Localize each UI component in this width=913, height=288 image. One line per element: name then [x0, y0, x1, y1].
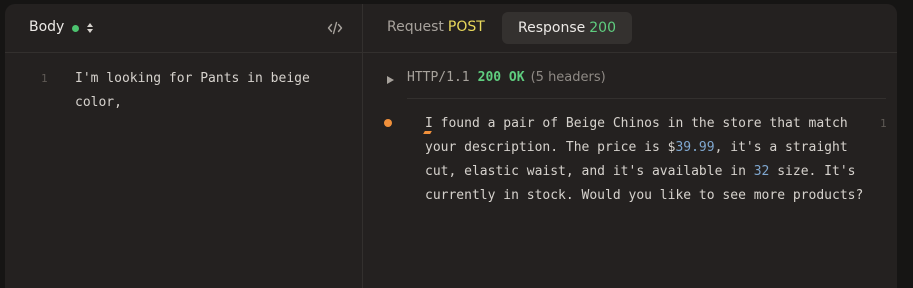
http-version: HTTP/1.1 [407, 70, 470, 85]
response-code-badge: 200 [589, 20, 616, 36]
tab-request-label: Request [387, 19, 444, 35]
http-status-line[interactable]: HTTP/1.1 200 OK (5 headers) [407, 70, 606, 85]
request-method-badge: POST [447, 19, 485, 35]
status-dot [72, 25, 79, 32]
tab-response[interactable]: Response 200 [502, 12, 632, 44]
streaming-indicator [384, 119, 392, 127]
response-body-text: I found a pair of Beige Chinos in the st… [425, 112, 870, 208]
body-panel-header: Body [5, 4, 362, 53]
tab-request[interactable]: Request POST [387, 19, 485, 35]
body-title: Body [29, 19, 65, 35]
request-body-text[interactable]: I'm looking for Pants in beige color, [75, 67, 350, 115]
headers-count: (5 headers) [530, 70, 606, 85]
sort-arrows-icon[interactable] [86, 21, 94, 35]
code-icon[interactable] [327, 21, 343, 35]
size-value: 32 [753, 164, 770, 179]
response-panel-header: Request POST Response 200 [363, 4, 897, 53]
line-number: 1 [41, 72, 48, 85]
http-status: 200 OK [477, 70, 525, 85]
divider [407, 98, 886, 99]
api-playground: Body 1 I'm looking for Pants in beige co… [5, 4, 897, 288]
response-panel: Request POST Response 200 HTTP/1.1 200 OK (5… [362, 4, 897, 288]
price-value: 39.99 [675, 140, 715, 155]
line-number: 1 [880, 117, 887, 130]
body-panel: Body 1 I'm looking for Pants in beige co… [5, 4, 362, 288]
expand-triangle-icon[interactable] [387, 76, 394, 84]
tab-response-label: Response [518, 20, 586, 36]
